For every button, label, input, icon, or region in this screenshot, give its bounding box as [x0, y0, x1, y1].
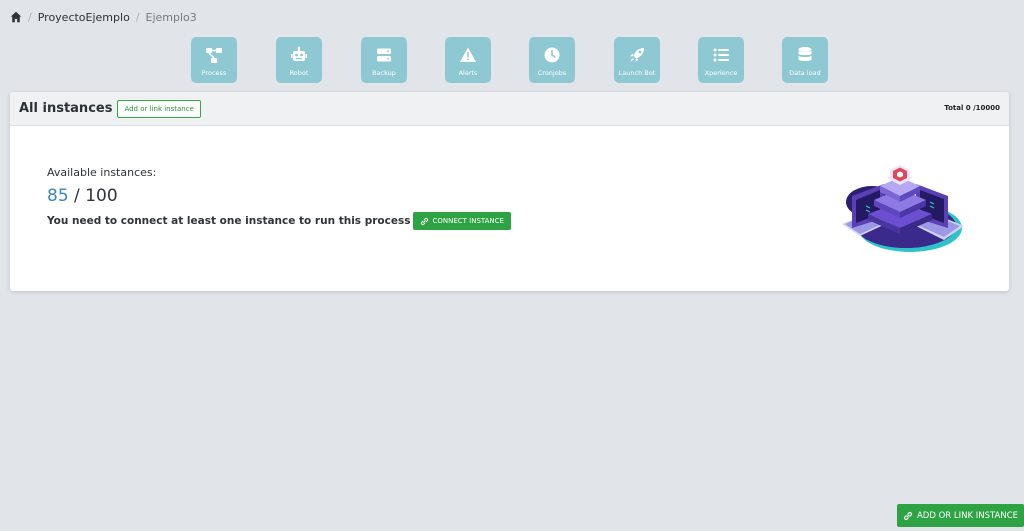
tile-process[interactable]: Process [191, 37, 237, 83]
clock-icon [543, 46, 561, 64]
available-total-value: 100 [85, 186, 118, 206]
breadcrumb-separator: / [135, 10, 140, 24]
instances-card: All instances Add or link instance Total… [10, 92, 1009, 291]
breadcrumb: / ProyectoEjemplo / Ejemplo3 [10, 9, 197, 25]
link-icon [903, 511, 912, 520]
card-header: All instances Add or link instance Total… [10, 92, 1009, 126]
warning-icon [459, 46, 477, 64]
tile-label: Robot [289, 69, 309, 77]
tile-label: Process [201, 69, 227, 77]
server-illustration [842, 165, 964, 252]
rocket-icon [628, 46, 646, 64]
connect-instance-label: CONNECT INSTANCE [432, 217, 504, 225]
tile-data-load[interactable]: Data load [782, 37, 828, 83]
home-icon[interactable] [10, 11, 22, 23]
available-count-value: 85 [47, 186, 69, 206]
breadcrumb-separator: / [28, 10, 32, 24]
available-instances-count: 85 / 100 [47, 186, 118, 206]
tile-alerts[interactable]: Alerts [445, 37, 491, 83]
tile-label: Data load [789, 69, 821, 77]
toolbar: Process Robot Backup Alerts Cronjobs Lau… [0, 37, 1024, 83]
total-counter: Total 0 /10000 [944, 104, 1000, 112]
tile-label: Xperience [704, 69, 738, 77]
connect-instance-button[interactable]: CONNECT INSTANCE [413, 212, 511, 230]
tile-label: Launch Bot [618, 69, 656, 77]
card-title: All instances [19, 101, 113, 116]
tile-label: Alerts [458, 69, 478, 77]
tile-robot[interactable]: Robot [276, 37, 322, 83]
floating-add-link-label: ADD OR LINK INSTANCE [916, 510, 1019, 521]
tile-label: Cronjobs [537, 69, 567, 77]
link-icon [421, 217, 429, 225]
connect-message-row: You need to connect at least one instanc… [47, 212, 511, 230]
breadcrumb-current: Ejemplo3 [145, 10, 197, 24]
server-icon [375, 46, 393, 64]
add-link-instance-button[interactable]: Add or link instance [117, 99, 201, 118]
process-icon [205, 46, 223, 64]
tile-cronjobs[interactable]: Cronjobs [529, 37, 575, 83]
tile-backup[interactable]: Backup [361, 37, 407, 83]
list-icon [712, 46, 730, 64]
available-instances-label: Available instances: [47, 166, 157, 179]
tile-launch-bot[interactable]: Launch Bot [614, 37, 660, 83]
floating-add-link-instance-button[interactable]: ADD OR LINK INSTANCE [897, 504, 1024, 527]
robot-icon [290, 46, 308, 64]
breadcrumb-project[interactable]: ProyectoEjemplo [38, 11, 130, 24]
database-icon [796, 46, 814, 64]
card-body: Available instances: 85 / 100 You need t… [10, 126, 1009, 291]
tile-xperience[interactable]: Xperience [698, 37, 744, 83]
tile-label: Backup [372, 69, 396, 77]
connect-message: You need to connect at least one instanc… [47, 215, 411, 227]
count-separator: / [74, 186, 80, 206]
